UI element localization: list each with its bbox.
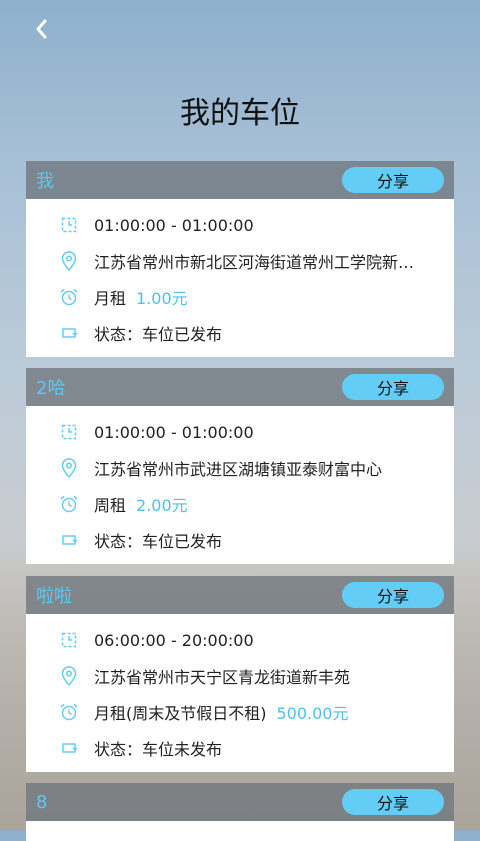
share-button[interactable]: 分享 [342, 789, 444, 815]
rent-type: 周租 [94, 496, 127, 515]
alarm-clock-icon [58, 286, 80, 308]
card-header: 2哈 分享 [26, 368, 454, 406]
location-pin-icon [58, 457, 80, 479]
repeat-icon [58, 737, 80, 759]
back-button[interactable] [30, 14, 60, 44]
card-name: 啦啦 [36, 586, 72, 607]
time-row: 01:00:00 - 01:00:00 [26, 414, 454, 450]
card-header: 我 分享 [26, 161, 454, 199]
time-icon [58, 629, 80, 651]
card-body: 06:00:00 - 20:00:00 江苏省常州市天宁区青龙街道新丰苑 月租(… [26, 614, 454, 772]
parking-card[interactable]: 8 分享 [26, 783, 454, 841]
parking-card[interactable]: 2哈 分享 01:00:00 - 01:00:00 江苏省常州市武进区湖塘镇亚泰… [26, 368, 454, 564]
location-pin-icon [58, 665, 80, 687]
alarm-clock-icon [58, 493, 80, 515]
status-text: 状态：车位已发布 [94, 325, 223, 344]
chevron-left-icon [36, 19, 47, 39]
time-row: 06:00:00 - 20:00:00 [26, 622, 454, 658]
rent-type: 月租 [94, 289, 127, 308]
address-row: 江苏省常州市武进区湖塘镇亚泰财富中心 [26, 450, 454, 486]
time-range: 06:00:00 - 20:00:00 [94, 630, 254, 650]
address-text: 江苏省常州市武进区湖塘镇亚泰财富中心 [94, 460, 383, 479]
card-body: 01:00:00 - 01:00:00 江苏省常州市武进区湖塘镇亚泰财富中心 周… [26, 406, 454, 564]
rent-type: 月租(周末及节假日不租) [94, 704, 267, 723]
price: 500.00元 [276, 704, 349, 723]
card-name: 2哈 [36, 378, 66, 399]
rent-row: 月租 1.00元 [26, 279, 454, 315]
rent-row: 月租(周末及节假日不租) 500.00元 [26, 694, 454, 730]
share-button[interactable]: 分享 [342, 167, 444, 193]
address-text: 江苏省常州市新北区河海街道常州工学院新… [94, 253, 415, 272]
card-header: 啦啦 分享 [26, 576, 454, 614]
time-icon [58, 214, 80, 236]
time-icon [58, 421, 80, 443]
repeat-icon [58, 322, 80, 344]
status-text: 状态：车位已发布 [94, 532, 223, 551]
time-row: 01:00:00 - 01:00:00 [26, 207, 454, 243]
parking-card[interactable]: 啦啦 分享 06:00:00 - 20:00:00 江苏省常州市天宁区青龙街道新… [26, 576, 454, 772]
card-body: 01:00:00 - 01:00:00 江苏省常州市新北区河海街道常州工学院新…… [26, 199, 454, 357]
status-row: 状态：车位已发布 [26, 315, 454, 351]
card-name: 我 [36, 171, 54, 192]
share-button[interactable]: 分享 [342, 582, 444, 608]
rent-row: 周租 2.00元 [26, 486, 454, 522]
address-row: 江苏省常州市天宁区青龙街道新丰苑 [26, 658, 454, 694]
page-title: 我的车位 [180, 96, 300, 131]
status-row: 状态：车位已发布 [26, 522, 454, 558]
status-row: 状态：车位未发布 [26, 730, 454, 766]
price: 2.00元 [136, 496, 188, 515]
alarm-clock-icon [58, 701, 80, 723]
repeat-icon [58, 529, 80, 551]
time-range: 01:00:00 - 01:00:00 [94, 215, 254, 235]
card-name: 8 [36, 791, 48, 813]
address-text: 江苏省常州市天宁区青龙街道新丰苑 [94, 668, 351, 687]
parking-card[interactable]: 我 分享 01:00:00 - 01:00:00 江苏省常州市新北区河海街道常州… [26, 161, 454, 357]
card-body [26, 821, 454, 841]
card-header: 8 分享 [26, 783, 454, 821]
location-pin-icon [58, 250, 80, 272]
address-row: 江苏省常州市新北区河海街道常州工学院新… [26, 243, 454, 279]
share-button[interactable]: 分享 [342, 374, 444, 400]
time-range: 01:00:00 - 01:00:00 [94, 422, 254, 442]
status-text: 状态：车位未发布 [94, 740, 223, 759]
price: 1.00元 [136, 289, 188, 308]
